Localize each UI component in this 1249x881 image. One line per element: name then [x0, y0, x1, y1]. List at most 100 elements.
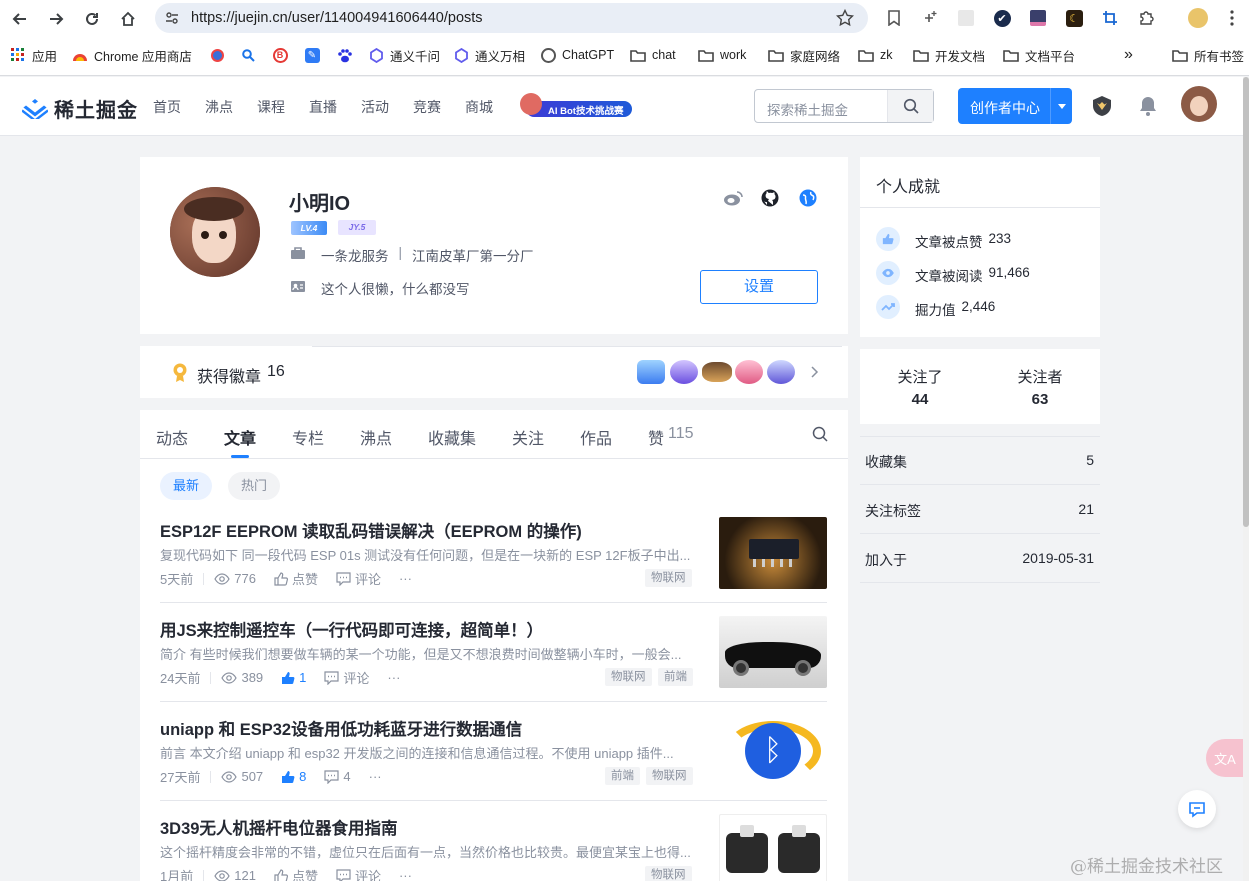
- bookmark-tongyi-qianwen[interactable]: 通义千问: [368, 44, 440, 66]
- tab-collections[interactable]: 收藏集: [428, 425, 476, 449]
- extension-icon[interactable]: [1028, 8, 1048, 28]
- settings-button[interactable]: 设置: [700, 270, 818, 304]
- article-like-button[interactable]: 8: [281, 769, 306, 784]
- tab-activity[interactable]: 动态: [156, 425, 188, 449]
- sort-hot-button[interactable]: 热门: [228, 472, 280, 500]
- search-box[interactable]: 探索稀土掘金: [754, 89, 934, 123]
- tab-columns[interactable]: 专栏: [292, 425, 324, 449]
- badge-item[interactable]: [670, 360, 698, 384]
- article-title[interactable]: uniapp 和 ESP32设备用低功耗蓝牙进行数据通信: [160, 716, 522, 740]
- more-actions-icon[interactable]: ···: [399, 868, 412, 881]
- article-tag[interactable]: 物联网: [646, 767, 693, 785]
- extension-moon-icon[interactable]: ☾: [1064, 8, 1084, 28]
- scrollbar-thumb[interactable]: [1243, 77, 1249, 527]
- article-item[interactable]: 用JS来控制遥控车（一行代码即可连接，超简单！） 简介 有些时候我们想要做车辆的…: [140, 607, 848, 706]
- article-comment-button[interactable]: 评论: [336, 569, 381, 588]
- article-tag[interactable]: 前端: [658, 668, 693, 686]
- extensions-puzzle-icon[interactable]: [1136, 8, 1156, 28]
- bookmark-chrome-store[interactable]: Chrome 应用商店: [72, 44, 192, 66]
- article-like-button[interactable]: 点赞: [274, 866, 318, 881]
- bookmark-search[interactable]: [240, 44, 262, 66]
- article-item[interactable]: 3D39无人机摇杆电位器食用指南 这个摇杆精度会非常的不错，虚位只在后面有一点，…: [140, 805, 848, 881]
- reload-button[interactable]: [80, 7, 104, 31]
- badges-card[interactable]: 获得徽章 16: [140, 346, 848, 398]
- address-bar[interactable]: https://juejin.cn/user/114004941606440/p…: [155, 3, 868, 33]
- article-thumbnail[interactable]: [719, 814, 827, 881]
- article-tag[interactable]: 物联网: [645, 866, 692, 881]
- jy-badge[interactable]: JY.5: [338, 220, 376, 235]
- bookmark-site[interactable]: ✎: [304, 44, 326, 66]
- tab-articles[interactable]: 文章: [224, 425, 256, 449]
- article-tag[interactable]: 物联网: [605, 668, 652, 686]
- more-actions-icon[interactable]: ···: [387, 670, 400, 685]
- github-icon[interactable]: [761, 189, 779, 210]
- home-button[interactable]: [116, 7, 140, 31]
- article-comment-button[interactable]: 4: [324, 769, 351, 784]
- badge-item[interactable]: [637, 360, 665, 384]
- bookmark-tongyi-wanxiang[interactable]: 通义万相: [453, 44, 525, 66]
- all-bookmarks-folder[interactable]: 所有书签: [1172, 44, 1244, 66]
- crop-icon[interactable]: [1100, 8, 1120, 28]
- stat-followed-tags[interactable]: 关注标签 21: [860, 486, 1100, 534]
- bookmark-baidu[interactable]: [336, 44, 358, 66]
- url-text[interactable]: https://juejin.cn/user/114004941606440/p…: [191, 10, 483, 26]
- ai-bot-banner[interactable]: AI Bot技术挑战赛: [518, 93, 634, 121]
- more-bookmarks-button[interactable]: »: [1124, 44, 1133, 66]
- badge-item[interactable]: [767, 360, 795, 384]
- more-actions-icon[interactable]: ···: [369, 769, 382, 784]
- nav-shop[interactable]: 商城: [465, 97, 493, 117]
- nav-courses[interactable]: 课程: [257, 97, 285, 117]
- bookmark-folder-work[interactable]: work: [698, 44, 746, 66]
- extension-icon[interactable]: [956, 8, 976, 28]
- badge-item[interactable]: [735, 360, 763, 384]
- bookmark-folder-home-network[interactable]: 家庭网络: [768, 44, 840, 66]
- bookmark-site[interactable]: [209, 44, 231, 66]
- juejin-logo[interactable]: 稀土掘金: [22, 94, 138, 123]
- article-title[interactable]: 用JS来控制遥控车（一行代码即可连接，超简单！）: [160, 617, 543, 641]
- article-title[interactable]: 3D39无人机摇杆电位器食用指南: [160, 815, 397, 839]
- bookmark-site[interactable]: B: [272, 44, 294, 66]
- tab-search-icon[interactable]: [812, 426, 828, 445]
- creator-dropdown-button[interactable]: [1050, 88, 1072, 124]
- bookmark-star-icon[interactable]: [835, 8, 855, 30]
- nav-live[interactable]: 直播: [309, 97, 337, 117]
- profile-avatar-icon[interactable]: [1188, 8, 1208, 28]
- tab-works[interactable]: 作品: [580, 425, 612, 449]
- article-thumbnail[interactable]: ᛒ: [719, 715, 827, 787]
- forward-button[interactable]: [44, 7, 68, 31]
- article-thumbnail[interactable]: [719, 517, 827, 589]
- user-avatar[interactable]: [1181, 86, 1217, 122]
- tab-likes[interactable]: 赞 115: [648, 425, 694, 449]
- article-like-button[interactable]: 1: [281, 670, 306, 685]
- nav-pins[interactable]: 沸点: [205, 97, 233, 117]
- bookmark-folder-doc-platform[interactable]: 文档平台: [1003, 44, 1075, 66]
- more-actions-icon[interactable]: ···: [399, 571, 412, 586]
- extension-check-icon[interactable]: ✔: [992, 8, 1012, 28]
- nav-events[interactable]: 活动: [361, 97, 389, 117]
- article-thumbnail[interactable]: [719, 616, 827, 688]
- bookmark-folder-zk[interactable]: zk: [858, 44, 893, 66]
- followers-stat[interactable]: 关注者 63: [980, 349, 1100, 424]
- weibo-icon[interactable]: [723, 190, 743, 209]
- bookmark-apps[interactable]: 应用: [10, 44, 57, 66]
- level-badge[interactable]: LV.4: [291, 221, 327, 235]
- site-info-icon[interactable]: [165, 11, 179, 28]
- article-like-button[interactable]: 点赞: [274, 569, 318, 588]
- extension-add-icon[interactable]: [920, 8, 940, 28]
- tab-following[interactable]: 关注: [512, 425, 544, 449]
- bookmark-folder-dev-docs[interactable]: 开发文档: [913, 44, 985, 66]
- bookmark-chatgpt[interactable]: ChatGPT: [540, 44, 614, 66]
- bookmark-folder-chat[interactable]: chat: [630, 44, 676, 66]
- menu-kebab-icon[interactable]: [1222, 8, 1242, 28]
- nav-contests[interactable]: 竞赛: [413, 97, 441, 117]
- article-comment-button[interactable]: 评论: [324, 668, 369, 687]
- sort-latest-button[interactable]: 最新: [160, 472, 212, 500]
- search-button[interactable]: [887, 90, 933, 122]
- article-comment-button[interactable]: 评论: [336, 866, 381, 881]
- notification-bell-icon[interactable]: [1138, 95, 1158, 120]
- article-title[interactable]: ESP12F EEPROM 读取乱码错误解决（EEPROM 的操作): [160, 518, 582, 542]
- creator-center-button[interactable]: 创作者中心: [958, 88, 1072, 124]
- article-tag[interactable]: 物联网: [645, 569, 692, 587]
- feedback-button[interactable]: [1178, 790, 1216, 828]
- article-item[interactable]: ESP12F EEPROM 读取乱码错误解决（EEPROM 的操作) 复现代码如…: [140, 508, 848, 607]
